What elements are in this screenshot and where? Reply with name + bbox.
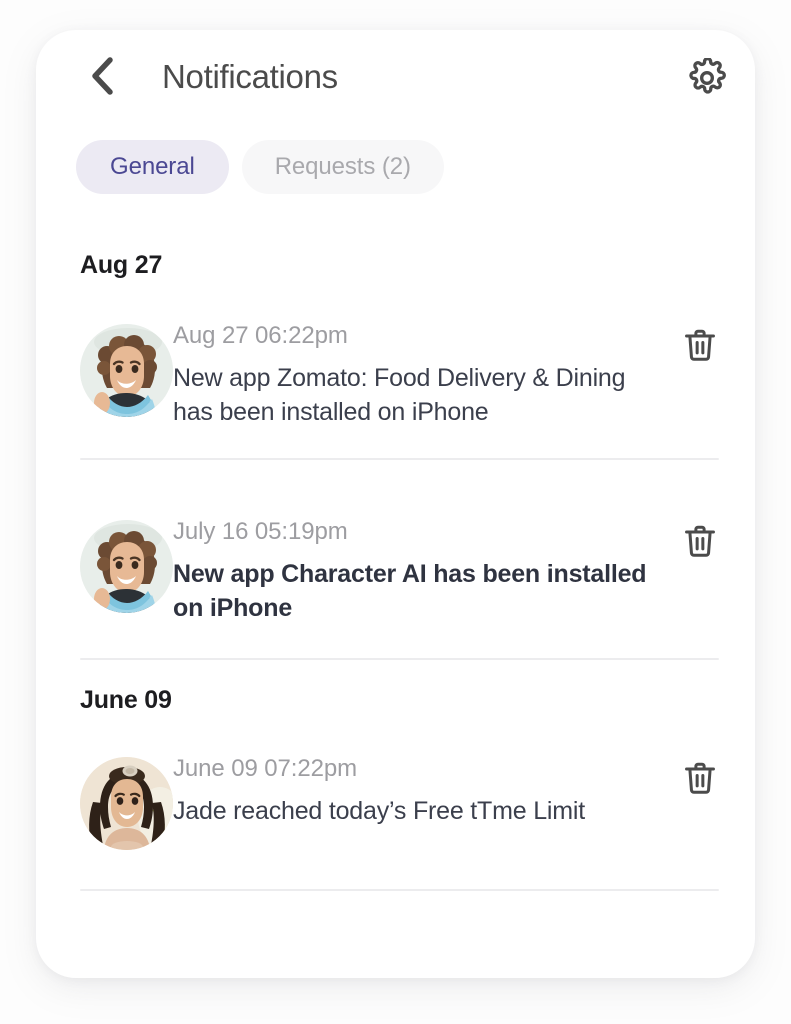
tab-requests-label: Requests (2)	[274, 153, 411, 180]
trash-icon	[681, 759, 719, 802]
notification-timestamp: June 09 07:22pm	[173, 755, 357, 782]
delete-button[interactable]	[677, 520, 723, 566]
date-group-header: June 09	[80, 686, 172, 714]
tab-requests[interactable]: Requests (2)	[241, 140, 444, 194]
notification-message: Jade reached today’s Free tTme Limit	[173, 797, 585, 825]
trash-icon	[681, 522, 719, 565]
back-button[interactable]	[80, 56, 124, 100]
notification-group: June 09 June 09 07:22pm Jade reached tod…	[36, 660, 755, 891]
avatar	[80, 324, 173, 417]
notification-content: July 16 05:19pm New app Character AI has…	[173, 520, 677, 625]
notification-list: Aug 27 Aug 27 06:22pm New app Zomato: Fo…	[36, 226, 755, 891]
delete-button[interactable]	[677, 324, 723, 370]
header: Notifications	[36, 30, 755, 122]
notification-timestamp: Aug 27 06:22pm	[173, 322, 348, 349]
tab-bar: General Requests (2)	[76, 140, 444, 194]
tab-general-label: General	[110, 153, 195, 180]
tab-general[interactable]: General	[76, 140, 229, 194]
boy-curly-hair-mask-avatar	[80, 520, 173, 613]
avatar	[80, 520, 173, 613]
settings-button[interactable]	[685, 56, 729, 103]
delete-button[interactable]	[677, 757, 723, 803]
notifications-card: Notifications General Requests (2) Aug 2…	[36, 30, 755, 978]
page-title: Notifications	[162, 58, 338, 95]
divider	[80, 458, 719, 460]
date-group-header: Aug 27	[80, 251, 163, 279]
notification-content: June 09 07:22pm Jade reached today’s Fre…	[173, 757, 677, 828]
trash-icon	[681, 326, 719, 369]
avatar	[80, 757, 173, 850]
notification-timestamp: July 16 05:19pm	[173, 518, 348, 545]
notification-content: Aug 27 06:22pm New app Zomato: Food Deli…	[173, 324, 677, 429]
notification-item[interactable]: July 16 05:19pm New app Character AI has…	[36, 520, 755, 632]
notification-message: New app Zomato: Food Delivery & Dining h…	[173, 364, 626, 426]
screen: Notifications General Requests (2) Aug 2…	[0, 0, 791, 1024]
boy-curly-hair-mask-avatar	[80, 324, 173, 417]
chevron-left-icon	[87, 54, 117, 103]
gear-icon	[687, 56, 727, 103]
notification-item[interactable]: Aug 27 06:22pm New app Zomato: Food Deli…	[36, 324, 755, 436]
girl-dark-hair-clip-avatar	[80, 757, 173, 850]
divider	[80, 889, 719, 891]
notification-group: Aug 27 Aug 27 06:22pm New app Zomato: Fo…	[36, 226, 755, 660]
notification-item[interactable]: June 09 07:22pm Jade reached today’s Fre…	[36, 757, 755, 869]
notification-message: New app Character AI has been installed …	[173, 560, 647, 622]
